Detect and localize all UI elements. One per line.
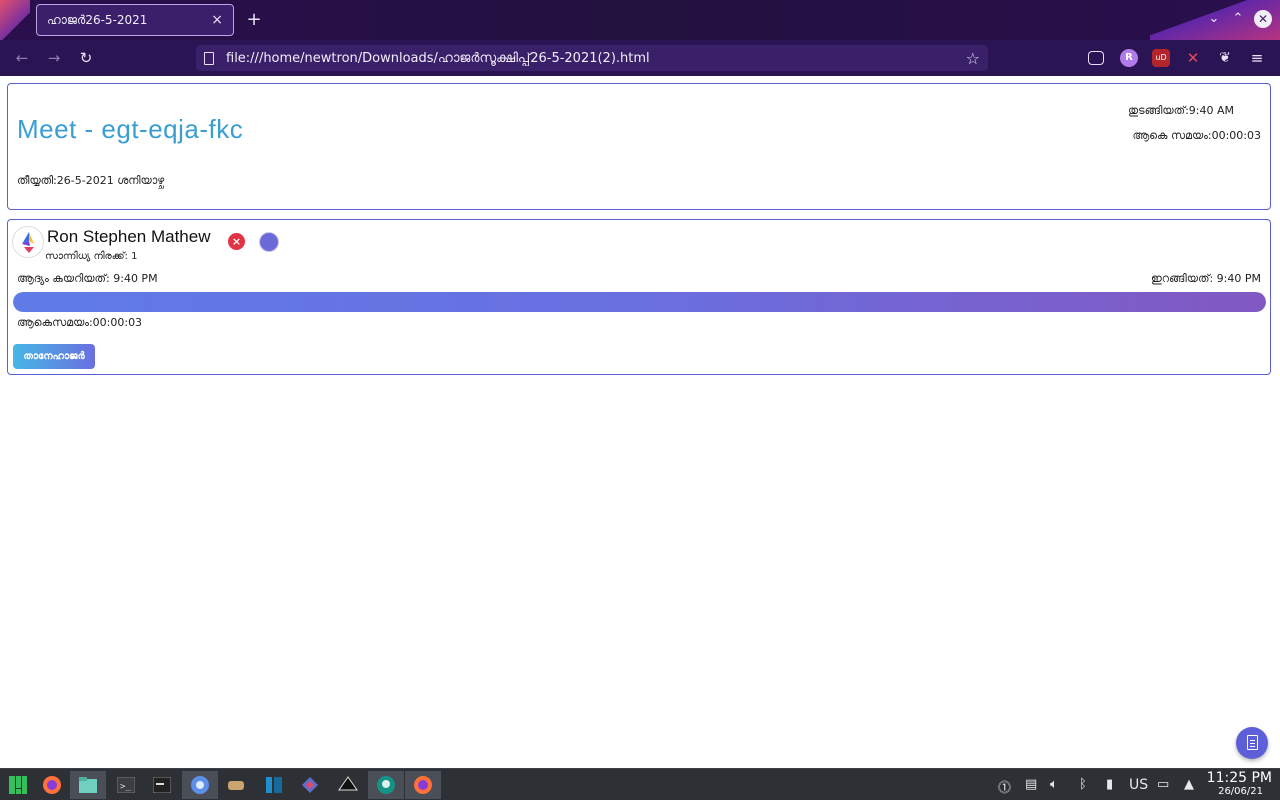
profile-icon[interactable]: R bbox=[1120, 49, 1138, 67]
participant-total-time: ആകെസമയം:00:00:03 bbox=[17, 316, 143, 329]
attendance-progress-bar bbox=[13, 292, 1266, 312]
meet-start-time: തുടങ്ങിയത്:9:40 AM bbox=[1128, 104, 1234, 117]
browser-navbar: ← → ↻ file:///home/newtron/Downloads/ഹാജ… bbox=[0, 40, 1280, 76]
minimize-icon[interactable]: ⌄ bbox=[1205, 10, 1223, 28]
panel-icon[interactable] bbox=[256, 771, 292, 799]
kdeconnect-icon[interactable] bbox=[292, 771, 328, 799]
last-leave-time: ഇറങ്ങിയത്: 9:40 PM bbox=[1150, 272, 1261, 285]
page-icon bbox=[204, 51, 214, 65]
self-attendance-button[interactable]: താനേഹാജർ bbox=[13, 344, 95, 369]
files-icon[interactable] bbox=[70, 771, 106, 799]
document-icon bbox=[1247, 735, 1258, 750]
back-icon[interactable]: ← bbox=[12, 48, 32, 68]
attendance-progress-fill bbox=[13, 292, 1266, 312]
tab-title: ഹാജർ26-5-2021 bbox=[47, 12, 148, 27]
remove-participant-icon[interactable]: × bbox=[228, 233, 245, 250]
tab-close-icon[interactable]: × bbox=[211, 12, 223, 28]
first-join-time: ആദ്യം കയറിയത്: 9:40 PM bbox=[17, 272, 158, 285]
browser-tab[interactable]: ഹാജർ26-5-2021 × bbox=[36, 4, 234, 36]
system-taskbar: >_ ⓵ ▤ 🔈︎ ᛒ ▮ US ▭ ▲ 11:25 PM 26/06/21 bbox=[0, 768, 1280, 800]
notes-fab-button[interactable] bbox=[1236, 727, 1268, 759]
browser-tabbar: ഹാജർ26-5-2021 × + ⌄ ⌃ ✕ bbox=[0, 0, 1280, 40]
keyboard-layout[interactable]: US bbox=[1129, 777, 1148, 793]
manjaro-icon[interactable] bbox=[0, 771, 36, 799]
meet-total-time: ആകെ സമയം:00:00:03 bbox=[1132, 129, 1261, 142]
window-close-icon[interactable]: ✕ bbox=[1254, 10, 1272, 28]
forward-icon[interactable]: → bbox=[44, 48, 64, 68]
menu-icon[interactable]: ≡ bbox=[1248, 49, 1266, 67]
updates-icon[interactable]: ⓵ bbox=[998, 777, 1011, 796]
tray-expand-icon[interactable]: ▲ bbox=[1184, 777, 1194, 792]
reload-icon[interactable]: ↻ bbox=[76, 48, 96, 68]
usb-icon[interactable]: ▮ bbox=[1106, 777, 1113, 792]
bookmark-star-icon[interactable]: ☆ bbox=[966, 49, 980, 68]
clock-date[interactable]: 26/06/21 bbox=[1218, 786, 1263, 797]
meet-title: Meet - egt-eqja-fkc bbox=[17, 114, 244, 144]
bluetooth-icon[interactable]: ᛒ bbox=[1079, 777, 1087, 792]
status-dot-icon bbox=[259, 232, 279, 252]
window-decoration bbox=[0, 0, 30, 40]
tools-icon[interactable]: ✕ bbox=[1184, 49, 1202, 67]
participant-card: Ron Stephen Mathew × സാന്നിധ്യ നിരക്ക്: … bbox=[7, 219, 1271, 375]
gitkraken-icon[interactable] bbox=[368, 771, 404, 799]
svg-text:>_: >_ bbox=[120, 782, 131, 792]
meet-summary-card: Meet - egt-eqja-fkc തീയ്യതി:26-5-2021 ശന… bbox=[7, 83, 1271, 210]
clock-time[interactable]: 11:25 PM bbox=[1207, 770, 1272, 786]
address-bar[interactable]: file:///home/newtron/Downloads/ഹാജർസൂക്ഷ… bbox=[196, 45, 988, 71]
presence-rate: സാന്നിധ്യ നിരക്ക്: 1 bbox=[45, 251, 138, 262]
terminal-alt-icon[interactable] bbox=[144, 771, 180, 799]
url-text[interactable]: file:///home/newtron/Downloads/ഹാജർസൂക്ഷ… bbox=[226, 51, 966, 66]
avatar-logo-icon bbox=[22, 232, 34, 253]
maximize-icon[interactable]: ⌃ bbox=[1229, 10, 1247, 28]
terminal-icon[interactable]: >_ bbox=[108, 771, 144, 799]
game-icon[interactable] bbox=[218, 771, 254, 799]
squirrel-icon[interactable]: ❦ bbox=[1216, 49, 1234, 67]
chromium-icon[interactable] bbox=[182, 771, 218, 799]
inkscape-icon[interactable] bbox=[330, 771, 366, 799]
firefox-active-icon[interactable] bbox=[405, 771, 441, 799]
firefox-icon[interactable] bbox=[34, 771, 70, 799]
network-icon[interactable]: ▭ bbox=[1157, 777, 1169, 792]
meet-date: തീയ്യതി:26-5-2021 ശനിയാഴ്ച bbox=[17, 174, 165, 187]
pocket-icon[interactable] bbox=[1088, 51, 1104, 65]
avatar bbox=[12, 226, 44, 258]
new-tab-button[interactable]: + bbox=[244, 8, 264, 32]
volume-icon[interactable]: 🔈︎ bbox=[1050, 777, 1058, 792]
ublock-icon[interactable]: uD bbox=[1152, 49, 1170, 67]
clipboard-icon[interactable]: ▤ bbox=[1025, 777, 1037, 792]
participant-name: Ron Stephen Mathew bbox=[47, 227, 211, 246]
